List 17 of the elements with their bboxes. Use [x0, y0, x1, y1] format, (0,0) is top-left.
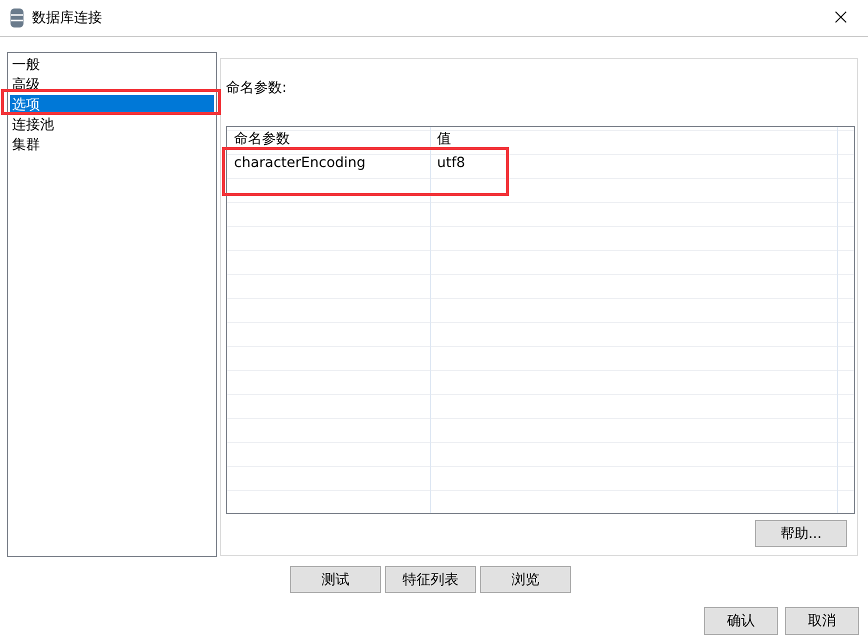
dialog-button[interactable]: 确认	[704, 607, 778, 635]
database-icon	[10, 8, 24, 28]
dialog-button[interactable]: 取消	[785, 607, 859, 635]
close-button[interactable]: ×	[824, 7, 858, 29]
column-header: 命名参数	[233, 130, 291, 148]
category-item[interactable]: 一般	[10, 55, 214, 75]
window-title: 数据库连接	[32, 9, 102, 27]
category-item[interactable]: 连接池	[10, 115, 214, 135]
help-button[interactable]: 帮助...	[755, 520, 847, 547]
action-button[interactable]: 测试	[290, 566, 381, 593]
action-button[interactable]: 浏览	[480, 566, 571, 593]
action-button[interactable]: 特征列表	[385, 566, 476, 593]
table-cell-text: utf8	[436, 155, 466, 171]
category-item[interactable]: 集群	[10, 135, 214, 155]
table-cell-text: characterEncoding	[233, 155, 367, 171]
column-header: 值	[436, 130, 452, 148]
section-label: 命名参数:	[226, 79, 287, 97]
